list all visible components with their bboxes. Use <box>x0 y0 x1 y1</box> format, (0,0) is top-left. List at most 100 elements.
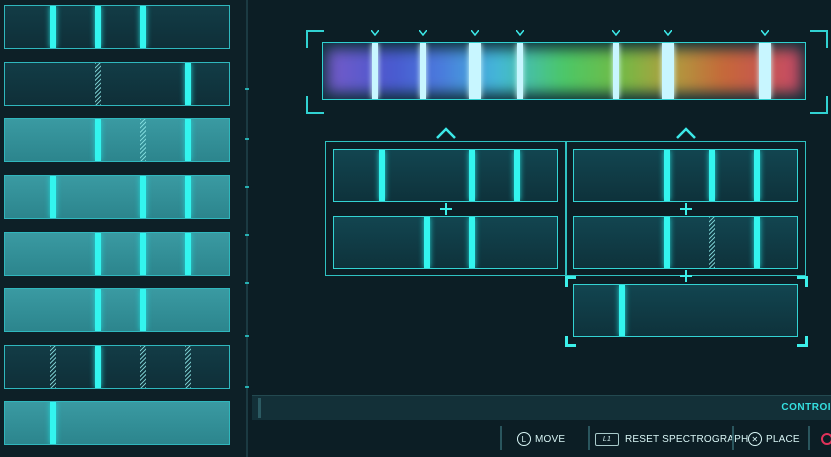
emission-line <box>424 217 430 268</box>
frame-corner <box>810 96 828 114</box>
emission-line <box>95 119 101 161</box>
selection-corner <box>565 336 576 347</box>
emission-line <box>379 150 385 201</box>
target-marker-icon <box>471 30 479 38</box>
left-stick-icon: L <box>517 432 531 446</box>
target-marker-icon <box>664 30 672 38</box>
target-marker-icon <box>516 30 524 38</box>
faint-line <box>709 217 715 268</box>
selection-corner <box>797 336 808 347</box>
move-label: MOVE <box>535 433 566 445</box>
separator <box>588 426 590 450</box>
emission-line <box>140 6 146 48</box>
controls-label: CONTROI <box>781 402 831 413</box>
spectrum-line <box>613 43 619 99</box>
spectrum-line <box>759 43 771 99</box>
emission-line <box>469 217 475 268</box>
sample-tile[interactable] <box>4 288 230 332</box>
emission-line <box>664 150 670 201</box>
emission-line <box>50 402 56 444</box>
target-marker-icon <box>612 30 620 38</box>
emission-line <box>50 176 56 218</box>
faint-line <box>50 346 56 388</box>
sample-tile[interactable] <box>4 345 230 389</box>
emission-line <box>140 233 146 275</box>
emission-line <box>514 150 520 201</box>
divider-tick <box>245 88 249 90</box>
plus-icon <box>440 203 452 215</box>
emission-line <box>95 289 101 331</box>
target-marker-icon <box>761 30 769 38</box>
divider-tick <box>245 335 249 337</box>
cross-button-icon: ✕ <box>748 432 762 446</box>
emission-line <box>140 289 146 331</box>
sample-tile[interactable] <box>4 232 230 276</box>
combine-slot[interactable] <box>573 216 798 269</box>
bottom-status-bar: CONTROI <box>252 395 831 420</box>
spectrum-line <box>469 43 481 99</box>
spectrum-line <box>372 43 378 99</box>
move-hint: L MOVE <box>517 430 565 448</box>
emission-line <box>95 233 101 275</box>
emission-line <box>619 285 625 336</box>
sample-tile[interactable] <box>4 118 230 162</box>
frame-corner <box>810 30 828 48</box>
spectrum-line <box>662 43 674 99</box>
selection-corner <box>797 276 808 287</box>
emission-line <box>95 6 101 48</box>
reset-hint[interactable]: L1 RESET SPECTROGRAPH <box>595 430 748 448</box>
emission-line <box>709 150 715 201</box>
divider-tick <box>245 282 249 284</box>
faint-line <box>140 119 146 161</box>
spectrum-line <box>420 43 426 99</box>
divider-tick <box>245 186 249 188</box>
emission-line <box>664 217 670 268</box>
target-marker-icon <box>419 30 427 38</box>
emission-line <box>754 217 760 268</box>
emission-line <box>185 176 191 218</box>
emission-line <box>95 346 101 388</box>
separator <box>500 426 502 450</box>
sample-tile[interactable] <box>4 5 230 49</box>
faint-line <box>140 346 146 388</box>
emission-line <box>185 119 191 161</box>
panel-divider <box>246 0 248 457</box>
target-spectrum <box>322 42 806 100</box>
emission-line <box>50 6 56 48</box>
combine-slot-selected[interactable] <box>573 284 798 337</box>
sample-tile[interactable] <box>4 401 230 445</box>
target-marker-icon <box>371 30 379 38</box>
spectrum-line <box>517 43 523 99</box>
place-label: PLACE <box>766 433 800 445</box>
l1-button-icon: L1 <box>595 432 619 446</box>
divider-tick <box>245 138 249 140</box>
separator <box>732 426 734 450</box>
circle-button-icon <box>821 433 831 445</box>
sample-tile[interactable] <box>4 175 230 219</box>
cancel-hint[interactable] <box>821 430 831 448</box>
chevron-up-icon[interactable] <box>675 126 697 139</box>
sample-list <box>0 0 246 457</box>
plus-icon <box>680 203 692 215</box>
sample-tile[interactable] <box>4 62 230 106</box>
combine-slot[interactable] <box>333 216 558 269</box>
reset-label: RESET SPECTROGRAPH <box>625 433 749 445</box>
emission-line <box>140 176 146 218</box>
faint-line <box>185 346 191 388</box>
divider-tick <box>245 386 249 388</box>
chevron-up-icon[interactable] <box>435 126 457 139</box>
spectrum-gradient <box>327 49 801 93</box>
combine-slot[interactable] <box>573 149 798 202</box>
emission-line <box>754 150 760 201</box>
emission-line <box>185 233 191 275</box>
emission-line <box>469 150 475 201</box>
emission-line <box>185 63 191 105</box>
combine-slot[interactable] <box>333 149 558 202</box>
bar-segment <box>258 398 261 418</box>
divider-tick <box>245 234 249 236</box>
separator <box>808 426 810 450</box>
place-hint[interactable]: ✕ PLACE <box>748 430 800 448</box>
control-hints: L MOVE L1 RESET SPECTROGRAPH ✕ PLACE <box>252 422 831 457</box>
plus-icon <box>680 270 692 282</box>
faint-line <box>95 63 101 105</box>
